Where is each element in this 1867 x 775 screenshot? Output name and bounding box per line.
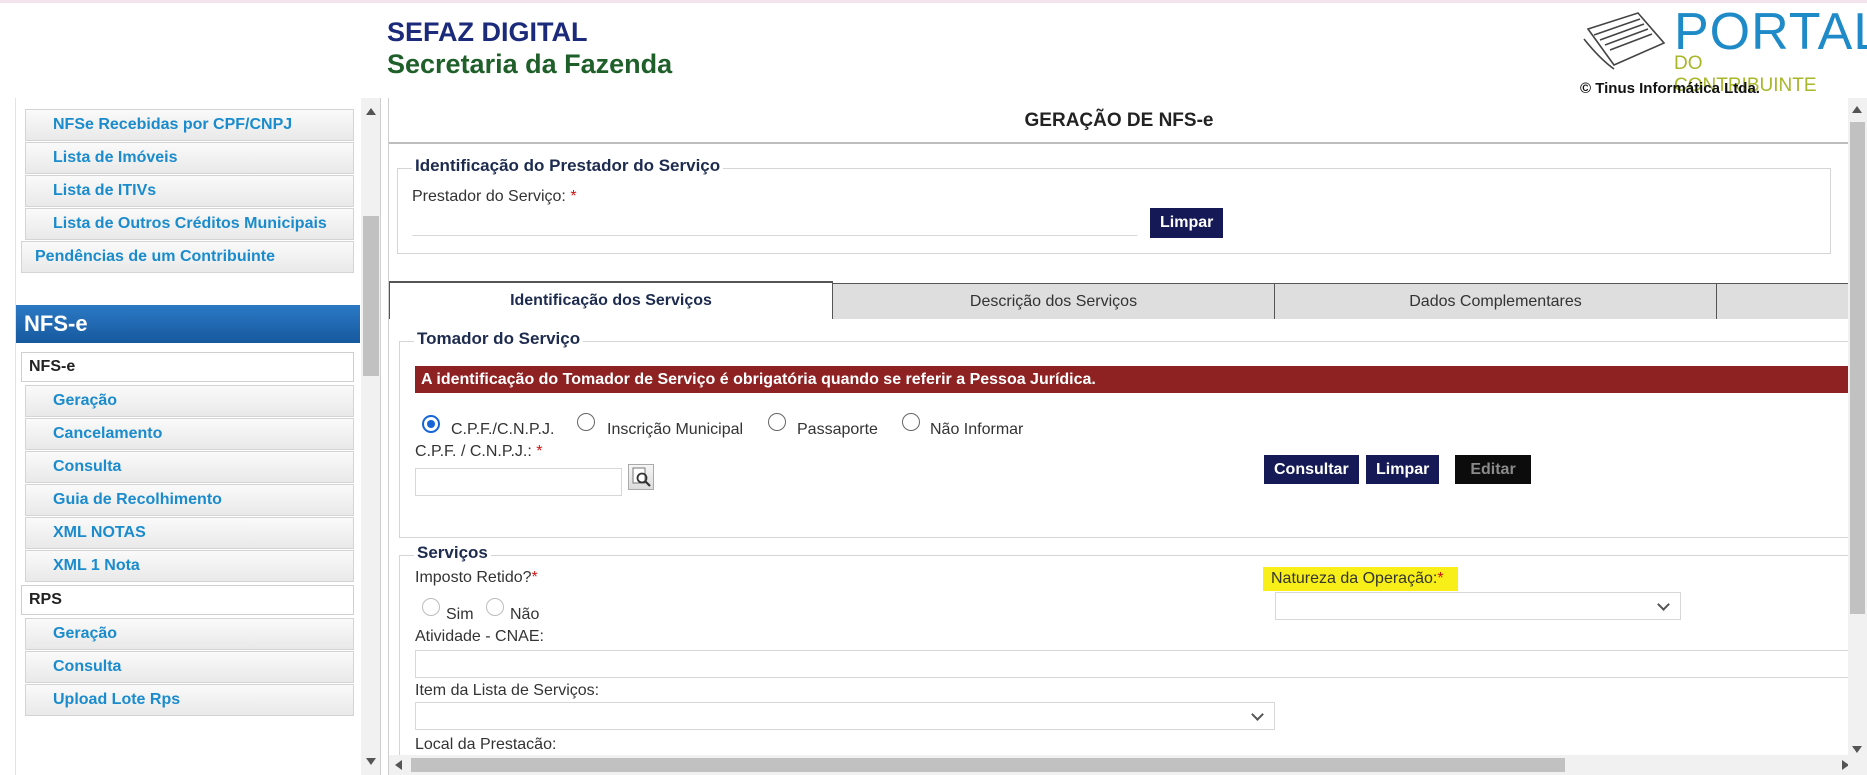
sidebar-group-nfse: NFS-e xyxy=(21,352,354,382)
tab-dados-complementares[interactable]: Dados Complementares xyxy=(1274,283,1717,319)
prestador-clear-button[interactable]: Limpar xyxy=(1150,208,1224,238)
radio-imposto-nao[interactable] xyxy=(486,598,504,616)
radio-cpf-cnpj-label: C.P.F./C.N.P.J. xyxy=(451,421,555,438)
main-content: GERAÇÃO DE NFS-e Identificação do Presta… xyxy=(388,98,1848,775)
sidebar-item-geracao[interactable]: Geração xyxy=(25,385,354,417)
natureza-operacao-select[interactable] xyxy=(1275,592,1681,620)
sidebar-item-xml-1-nota[interactable]: XML 1 Nota xyxy=(25,550,354,582)
scroll-left-icon[interactable] xyxy=(395,760,402,770)
sidebar-item-upload-lote-rps[interactable]: Upload Lote Rps xyxy=(25,684,354,716)
cpf-cnpj-label: C.P.F. / C.N.P.J.: * xyxy=(415,443,543,460)
imposto-retido-label: Imposto Retido?* xyxy=(415,569,538,586)
radio-inscricao-municipal[interactable] xyxy=(577,413,595,431)
sidebar-item-lista-imoveis[interactable]: Lista de Imóveis xyxy=(25,142,354,174)
chevron-down-icon xyxy=(1251,708,1264,721)
radio-imposto-nao-label: Não xyxy=(510,606,540,623)
natureza-operacao-label: Natureza da Operação:* xyxy=(1263,567,1458,591)
sidebar-item-pendencias[interactable]: Pendências de um Contribuinte xyxy=(21,241,354,273)
search-button[interactable] xyxy=(628,464,654,490)
copyright-text: © Tinus Informática Ltda. xyxy=(1580,80,1760,97)
portal-logo: PORTAL DO CONTRIBUINTE © Tinus Informáti… xyxy=(1580,3,1867,98)
brand-subtitle: Secretaria da Fazenda xyxy=(387,49,673,79)
radio-nao-informar-label: Não Informar xyxy=(930,421,1024,438)
document-icon xyxy=(1583,12,1666,70)
consultar-button[interactable]: Consultar xyxy=(1264,455,1359,484)
prestador-label: Prestador do Serviço: * xyxy=(412,188,577,205)
sidebar-item-rps-geracao[interactable]: Geração xyxy=(25,618,354,650)
item-lista-servicos-label: Item da Lista de Serviços: xyxy=(415,682,600,699)
sidebar-item-cancelamento[interactable]: Cancelamento xyxy=(25,418,354,450)
sidebar-scrollbar[interactable] xyxy=(361,98,380,775)
page-scrollbar[interactable] xyxy=(1848,98,1867,775)
prestador-legend: Identificação do Prestador do Serviço xyxy=(412,156,724,176)
scroll-up-icon[interactable] xyxy=(1852,106,1862,113)
scroll-up-icon[interactable] xyxy=(366,108,376,115)
site-brand: SEFAZ DIGITAL Secretaria da Fazenda xyxy=(387,16,672,80)
magnifier-icon xyxy=(632,467,651,487)
radio-nao-informar[interactable] xyxy=(902,413,920,431)
sidebar-menu: NFSe Recebidas por CPF/CNPJ Lista de Imó… xyxy=(15,98,381,775)
sidebar-item-xml-notas[interactable]: XML NOTAS xyxy=(25,517,354,549)
horizontal-scrollbar[interactable] xyxy=(389,755,1848,775)
radio-cpf-cnpj[interactable] xyxy=(422,415,440,433)
prestador-input[interactable] xyxy=(412,208,1138,236)
tab-bar: Identificação dos Serviços Descrição dos… xyxy=(389,281,1848,319)
sidebar-group-rps: RPS xyxy=(21,585,354,615)
page-title: GERAÇÃO DE NFS-e xyxy=(389,98,1848,144)
sidebar-scroll-thumb[interactable] xyxy=(363,216,379,376)
radio-imposto-sim-label: Sim xyxy=(446,606,474,623)
sidebar-item-consulta[interactable]: Consulta xyxy=(25,451,354,483)
sidebar-item-lista-itivs[interactable]: Lista de ITIVs xyxy=(25,175,354,207)
tab-identificacao-servicos[interactable]: Identificação dos Serviços xyxy=(389,281,833,319)
cpf-cnpj-input[interactable] xyxy=(415,468,622,496)
cnae-label: Atividade - CNAE: xyxy=(415,628,544,645)
scroll-down-icon[interactable] xyxy=(366,758,376,765)
tab-extra[interactable] xyxy=(1716,283,1848,319)
tomador-alert: A identificação do Tomador de Serviço é … xyxy=(415,366,1848,393)
editar-button[interactable]: Editar xyxy=(1455,455,1531,484)
cnae-input[interactable] xyxy=(415,650,1848,678)
radio-passaporte[interactable] xyxy=(768,413,786,431)
radio-imposto-sim[interactable] xyxy=(422,598,440,616)
sidebar-item-guia-recolhimento[interactable]: Guia de Recolhimento xyxy=(25,484,354,516)
sidebar-section-nfse[interactable]: NFS-e xyxy=(16,305,360,343)
servicos-legend: Serviços xyxy=(414,543,491,563)
brand-title: SEFAZ DIGITAL xyxy=(387,17,588,47)
item-lista-servicos-select[interactable] xyxy=(415,702,1275,730)
tomador-legend: Tomador do Serviço xyxy=(414,329,584,349)
sidebar-item-nfse-recebidas[interactable]: NFSe Recebidas por CPF/CNPJ xyxy=(25,109,354,141)
local-prestacao-label: Local da Prestacão: xyxy=(415,736,557,753)
scroll-down-icon[interactable] xyxy=(1852,746,1862,753)
tab-descricao-servicos[interactable]: Descrição dos Serviços xyxy=(832,283,1275,319)
page-scroll-thumb[interactable] xyxy=(1850,122,1865,614)
chevron-down-icon xyxy=(1657,598,1670,611)
sidebar-item-rps-consulta[interactable]: Consulta xyxy=(25,651,354,683)
horizontal-scroll-thumb[interactable] xyxy=(411,758,1565,772)
radio-passaporte-label: Passaporte xyxy=(797,421,878,438)
tomador-clear-button[interactable]: Limpar xyxy=(1366,455,1440,484)
sidebar-item-outros-creditos[interactable]: Lista de Outros Créditos Municipais xyxy=(25,208,354,240)
radio-inscricao-municipal-label: Inscrição Municipal xyxy=(607,421,744,438)
